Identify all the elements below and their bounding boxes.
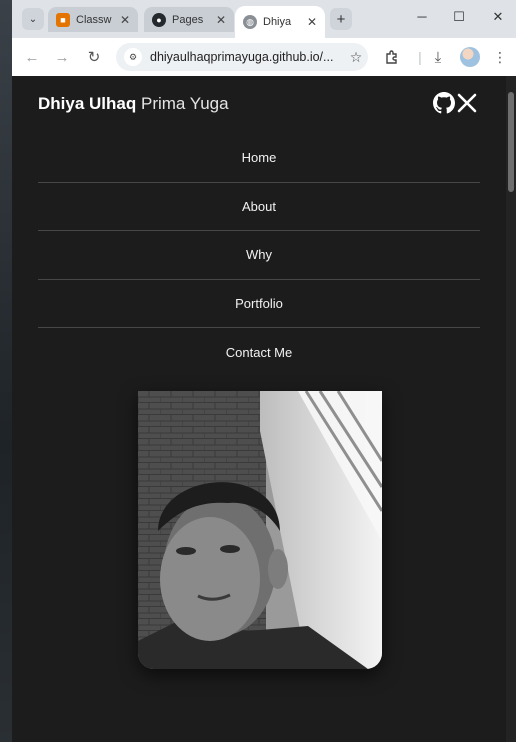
tab-title: Classw bbox=[76, 13, 112, 26]
bookmark-star-icon[interactable]: ☆ bbox=[344, 49, 368, 66]
toolbar-divider: | bbox=[418, 49, 422, 65]
profile-photo bbox=[138, 391, 382, 669]
nav-link-contact[interactable]: Contact Me bbox=[38, 328, 480, 377]
menu-kebab-icon[interactable]: ⋮ bbox=[490, 47, 510, 67]
tab-active-site[interactable]: ◍ Dhiya ✕ bbox=[235, 6, 325, 38]
tab-github-pages[interactable]: ● Pages ✕ bbox=[144, 7, 234, 32]
mobile-nav-menu: Home About Why Portfolio Contact Me bbox=[38, 134, 480, 377]
profile-avatar[interactable] bbox=[460, 47, 480, 67]
url-text[interactable]: dhiyaulhaqprimayuga.github.io/... bbox=[150, 50, 344, 64]
desktop-background bbox=[0, 0, 12, 742]
scrollbar-thumb[interactable] bbox=[508, 92, 514, 192]
globe-icon: ◍ bbox=[243, 15, 257, 29]
site-info-icon[interactable]: ⚙ bbox=[124, 48, 142, 66]
page-viewport: Dhiya Ulhaq Prima Yuga Home About Why Po… bbox=[12, 76, 506, 742]
maximize-icon[interactable]: ☐ bbox=[449, 9, 469, 25]
nav-link-why[interactable]: Why bbox=[38, 231, 480, 280]
brand-name-bold: Dhiya Ulhaq bbox=[38, 94, 137, 113]
github-icon[interactable] bbox=[433, 92, 455, 114]
window-close-icon[interactable]: ✕ bbox=[488, 9, 508, 25]
close-menu-icon[interactable] bbox=[456, 92, 478, 114]
forward-icon[interactable]: → bbox=[52, 47, 72, 67]
tab-strip: ⌄ ■ Classw ✕ ● Pages ✕ ◍ Dhiya ✕ + ─ ☐ ✕ bbox=[12, 0, 516, 38]
tab-classroom[interactable]: ■ Classw ✕ bbox=[48, 7, 138, 32]
address-bar[interactable]: ⚙ dhiyaulhaqprimayuga.github.io/... ☆ bbox=[116, 43, 368, 71]
brand-name-light: Prima Yuga bbox=[140, 94, 229, 113]
extensions-icon[interactable] bbox=[382, 47, 402, 67]
browser-toolbar: ← → ↻ ⚙ dhiyaulhaqprimayuga.github.io/..… bbox=[12, 38, 516, 76]
browser-window: ⌄ ■ Classw ✕ ● Pages ✕ ◍ Dhiya ✕ + ─ ☐ ✕… bbox=[12, 0, 516, 742]
nav-link-portfolio[interactable]: Portfolio bbox=[38, 280, 480, 328]
minimize-icon[interactable]: ─ bbox=[412, 9, 432, 24]
page-scrollbar[interactable] bbox=[506, 76, 516, 742]
site-brand[interactable]: Dhiya Ulhaq Prima Yuga bbox=[38, 94, 229, 114]
tab-close-icon[interactable]: ✕ bbox=[120, 13, 130, 27]
back-icon[interactable]: ← bbox=[22, 47, 42, 67]
tab-close-icon[interactable]: ✕ bbox=[307, 15, 317, 29]
tab-close-icon[interactable]: ✕ bbox=[216, 13, 226, 27]
tab-search-button[interactable]: ⌄ bbox=[22, 8, 44, 30]
nav-link-home[interactable]: Home bbox=[38, 134, 480, 183]
tab-title: Pages bbox=[172, 13, 204, 26]
new-tab-button[interactable]: + bbox=[330, 8, 352, 30]
classroom-icon: ■ bbox=[56, 12, 70, 27]
reload-icon[interactable]: ↻ bbox=[84, 47, 104, 67]
nav-link-about[interactable]: About bbox=[38, 183, 480, 231]
github-icon: ● bbox=[152, 12, 166, 27]
download-icon[interactable]: ⤓ bbox=[428, 47, 448, 67]
tab-title: Dhiya bbox=[263, 16, 292, 28]
